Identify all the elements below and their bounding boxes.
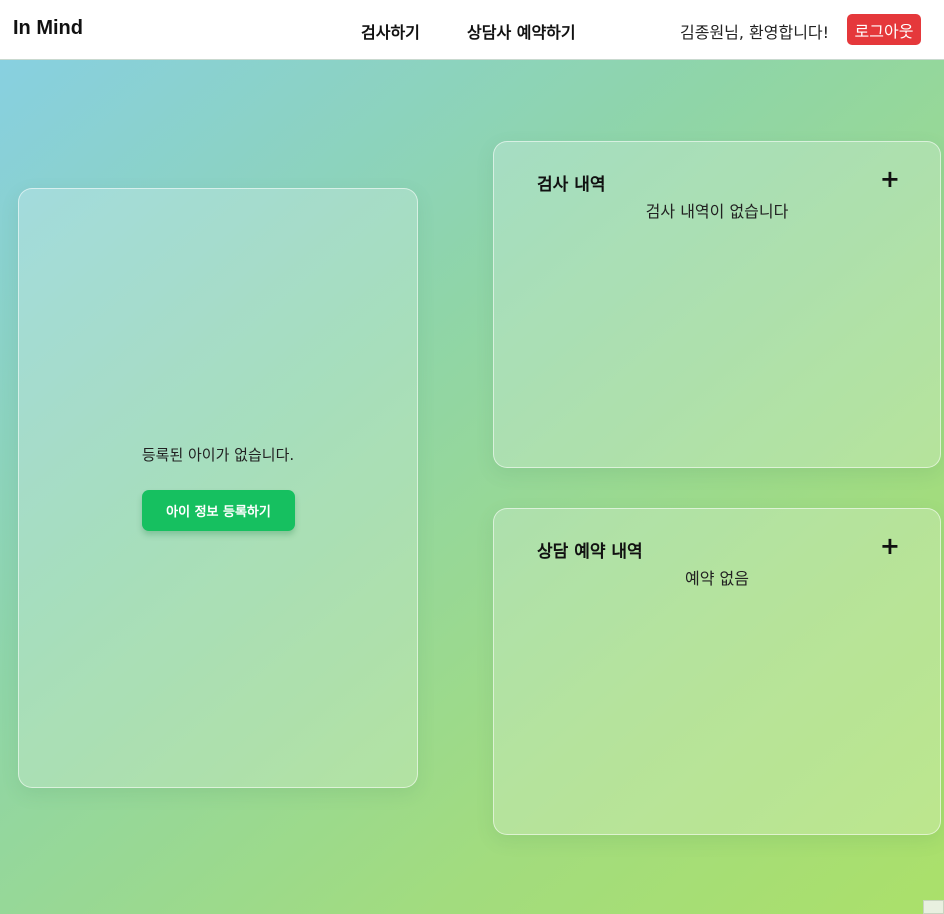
- add-test-plus-icon[interactable]: +: [880, 167, 900, 191]
- booking-history-empty: 예약 없음: [685, 569, 749, 588]
- logout-button[interactable]: 로그아웃: [847, 14, 921, 45]
- child-info-card: 등록된 아이가 없습니다. 아이 정보 등록하기: [18, 188, 418, 788]
- test-history-title: 검사 내역: [537, 175, 606, 195]
- test-history-card: 검사 내역 + 검사 내역이 없습니다: [493, 141, 941, 468]
- resize-handle[interactable]: [923, 900, 944, 914]
- brand-logo[interactable]: In Mind: [13, 17, 83, 40]
- nav-test-link[interactable]: 검사하기: [361, 19, 420, 43]
- welcome-message: 김종원님, 환영합니다!: [680, 23, 830, 42]
- booking-history-title: 상담 예약 내역: [537, 542, 643, 562]
- top-navbar: In Mind 검사하기 상담사 예약하기 김종원님, 환영합니다! 로그아웃: [0, 0, 944, 60]
- register-child-button[interactable]: 아이 정보 등록하기: [142, 490, 295, 531]
- booking-history-card: 상담 예약 내역 + 예약 없음: [493, 508, 941, 835]
- no-child-message: 등록된 아이가 없습니다.: [141, 446, 295, 464]
- nav-booking-link[interactable]: 상담사 예약하기: [467, 19, 576, 43]
- add-booking-plus-icon[interactable]: +: [880, 534, 900, 558]
- test-history-empty: 검사 내역이 없습니다: [645, 202, 789, 221]
